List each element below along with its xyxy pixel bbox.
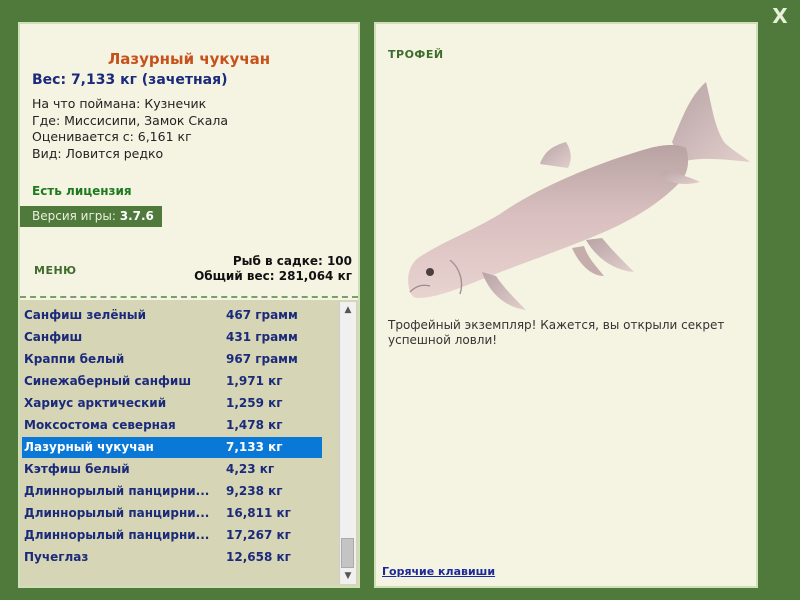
rated-from-line: Оценивается с: 6,161 кг	[32, 129, 192, 144]
scroll-down-arrow-icon[interactable]: ▼	[340, 568, 356, 584]
list-item-weight: 1,259 кг	[226, 396, 283, 410]
list-item-weight: 9,238 кг	[226, 484, 283, 498]
hotkeys-link[interactable]: Горячие клавиши	[382, 565, 495, 578]
list-item-weight: 16,811 кг	[226, 506, 291, 520]
list-item[interactable]: Длиннорылый панцирни... 9,238 кг	[22, 481, 322, 502]
rarity-line: Вид: Ловится редко	[32, 145, 164, 161]
version-badge: Версия игры: 3.7.6	[20, 206, 162, 227]
list-item[interactable]: Длиннорылый панцирни... 16,811 кг	[22, 503, 322, 524]
scroll-thumb[interactable]	[341, 538, 354, 568]
list-item-name: Пучеглаз	[24, 550, 89, 564]
list-item[interactable]: Краппи белый 967 грамм	[22, 349, 322, 370]
list-item-weight: 1,478 кг	[226, 418, 283, 432]
keepnet-stats: Рыб в садке: 100 Общий вес: 281,064 кг	[194, 254, 352, 284]
fish-details: На что поймана: Кузнечик Где: Миссисипи,…	[32, 96, 228, 162]
list-item-name: Кэтфиш белый	[24, 462, 130, 476]
list-item-name: Краппи белый	[24, 352, 125, 366]
version-label: Версия игры:	[32, 209, 120, 223]
list-item[interactable]: Хариус арктический 1,259 кг	[22, 393, 322, 414]
fish-info-panel: Лазурный чукучан Вес: 7,133 кг (зачетная…	[18, 22, 360, 588]
keepnet-count: Рыб в садке: 100	[232, 254, 352, 268]
list-item[interactable]: Пучеглаз 12,658 кг	[22, 547, 322, 568]
list-item-name: Хариус арктический	[24, 396, 167, 410]
list-item-weight: 467 грамм	[226, 308, 298, 322]
fish-list[interactable]: ▲ ▼ Санфиш зелёный 467 грамм Санфиш 431 гра…	[20, 300, 358, 586]
list-item-name: Синежаберный санфиш	[24, 374, 192, 388]
list-item-weight: 431 грамм	[226, 330, 298, 344]
list-item[interactable]: Моксостома северная 1,478 кг	[22, 415, 322, 436]
menu-button[interactable]: МЕНЮ	[34, 264, 77, 277]
list-item[interactable]: Кэтфиш белый 4,23 кг	[22, 459, 322, 480]
fish-title: Лазурный чукучан	[107, 50, 271, 68]
list-item-name: Длиннорылый панцирни...	[24, 484, 210, 498]
caught-on-line: На что поймана: Кузнечик	[32, 96, 207, 111]
list-item-selected[interactable]: Лазурный чукучан 7,133 кг	[22, 437, 322, 458]
fish-illustration	[408, 82, 750, 310]
list-item-weight: 12,658 кг	[226, 550, 291, 564]
license-status: Есть лицензия	[32, 184, 132, 198]
list-item[interactable]: Длиннорылый панцирни... 17,267 кг	[22, 525, 322, 546]
trophy-panel: ТРОФЕЙ Трофейный экземпляр! Кажется, вы …	[374, 22, 758, 588]
list-item[interactable]: Синежаберный санфиш 1,971 кг	[22, 371, 322, 392]
list-item-weight: 7,133 кг	[226, 440, 283, 454]
list-item-name: Санфиш зелёный	[24, 308, 147, 322]
version-value: 3.7.6	[119, 209, 154, 223]
scroll-up-arrow-icon[interactable]: ▲	[340, 302, 356, 318]
list-item-name: Санфиш	[24, 330, 83, 344]
list-item[interactable]: Санфиш зелёный 467 грамм	[22, 305, 322, 326]
list-item-weight: 1,971 кг	[226, 374, 283, 388]
list-item-name: Лазурный чукучан	[24, 440, 154, 454]
fish-weight: Вес: 7,133 кг (зачетная)	[32, 72, 228, 88]
close-button[interactable]: X	[770, 6, 790, 26]
list-item-name: Моксостома северная	[24, 418, 176, 432]
list-scrollbar[interactable]: ▲ ▼	[339, 302, 356, 584]
trophy-description: Трофейный экземпляр! Кажется, вы открыли…	[388, 318, 725, 347]
list-item-weight: 17,267 кг	[226, 528, 291, 542]
list-item-weight: 4,23 кг	[226, 462, 275, 476]
location-line: Где: Миссисипи, Замок Скала	[32, 112, 229, 128]
list-item-weight: 967 грамм	[226, 352, 298, 366]
list-item-name: Длиннорылый панцирни...	[24, 506, 210, 520]
list-item-name: Длиннорылый панцирни...	[24, 528, 210, 542]
keepnet-total-weight: Общий вес: 281,064 кг	[194, 269, 352, 283]
divider	[20, 296, 358, 298]
list-item[interactable]: Санфиш 431 грамм	[22, 327, 322, 348]
